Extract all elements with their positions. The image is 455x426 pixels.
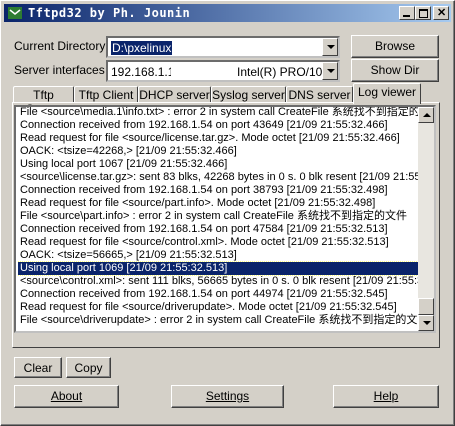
log-line[interactable]: OACK: <tsize=56665,> [21/09 21:55:32.513… <box>18 249 420 262</box>
help-button[interactable]: Help <box>333 385 439 408</box>
log-list[interactable]: File <source\media.1\info.txt> : error 2… <box>14 105 436 333</box>
server-interface-combo[interactable]: 192.168.1.104 Intel(R) PRO/1000 <box>106 60 340 82</box>
show-dir-button[interactable]: Show Dir <box>351 59 439 82</box>
tab-syslog-server[interactable]: Syslog server <box>211 86 286 103</box>
log-line[interactable]: Read request for file <source/control.xm… <box>18 236 420 249</box>
tab-log-viewer[interactable]: Log viewer <box>353 83 421 104</box>
window-title: Tftpd32 by Ph. Jounin <box>28 6 191 20</box>
minimize-button[interactable] <box>399 6 415 20</box>
maximize-button[interactable] <box>415 6 431 20</box>
log-line[interactable]: Connection received from 192.168.1.54 on… <box>18 119 420 132</box>
tab-dns-server[interactable]: DNS server <box>286 86 353 103</box>
server-interface-adapter: Intel(R) PRO/1000 <box>237 65 324 79</box>
copy-button[interactable]: Copy <box>66 357 111 378</box>
log-line[interactable]: Read request for file <source/driverupda… <box>18 301 420 314</box>
dropdown-arrow-icon[interactable] <box>322 38 338 56</box>
close-icon: ✕ <box>437 7 447 19</box>
log-line[interactable]: Read request for file <source/part.info>… <box>18 197 420 210</box>
current-directory-value: D:\pxelinux <box>111 41 173 55</box>
settings-button[interactable]: Settings <box>171 385 284 408</box>
log-line[interactable]: Using local port 1067 [21/09 21:55:32.46… <box>18 158 420 171</box>
title-bar[interactable]: Tftpd32 by Ph. Jounin ✕ <box>4 4 451 22</box>
scroll-down-icon[interactable] <box>418 315 434 331</box>
server-interface-ip: 192.168.1.104 <box>111 65 171 79</box>
log-line[interactable]: File <source\part.info> : error 2 in sys… <box>18 210 420 223</box>
maximize-icon <box>419 9 428 18</box>
browse-button[interactable]: Browse <box>351 35 439 58</box>
about-button[interactable]: About <box>14 385 119 408</box>
app-window: Tftpd32 by Ph. Jounin ✕ Current Director… <box>0 0 455 426</box>
log-scrollbar[interactable] <box>418 107 434 331</box>
tab-tftp-server[interactable]: Tftp Server <box>13 86 74 116</box>
log-line[interactable]: Connection received from 192.168.1.54 on… <box>18 223 420 236</box>
dropdown-arrow-icon[interactable] <box>322 62 338 80</box>
log-line[interactable]: Read request for file <source/license.ta… <box>18 132 420 145</box>
log-lines: File <source\media.1\info.txt> : error 2… <box>18 107 420 327</box>
close-button[interactable]: ✕ <box>433 6 449 20</box>
log-line[interactable]: Connection received from 192.168.1.54 on… <box>18 288 420 301</box>
server-interfaces-label: Server interfaces <box>14 63 105 77</box>
log-line[interactable]: Connection received from 192.168.1.54 on… <box>18 184 420 197</box>
app-icon <box>8 7 22 19</box>
current-directory-label: Current Directory <box>14 39 106 53</box>
log-line-selected[interactable]: Using local port 1069 [21/09 21:55:32.51… <box>18 261 420 276</box>
tab-dhcp-server[interactable]: DHCP server <box>138 86 211 103</box>
current-directory-combo[interactable]: D:\pxelinux <box>106 36 340 58</box>
log-line[interactable]: <source\control.xml>: sent 111 blks, 566… <box>18 275 420 288</box>
scroll-thumb[interactable] <box>418 298 434 315</box>
log-line[interactable]: File <source\media.1\info.txt> : error 2… <box>18 107 420 119</box>
log-line[interactable]: File <source\driverupdate> : error 2 in … <box>18 314 420 327</box>
minimize-icon <box>403 15 410 17</box>
log-line[interactable]: OACK: <tsize=42268,> [21/09 21:55:32.466… <box>18 145 420 158</box>
tab-tftp-client[interactable]: Tftp Client <box>74 86 138 103</box>
log-line[interactable]: <source\license.tar.gz>: sent 83 blks, 4… <box>18 171 420 184</box>
clear-button[interactable]: Clear <box>14 357 62 378</box>
scroll-up-icon[interactable] <box>418 107 434 123</box>
